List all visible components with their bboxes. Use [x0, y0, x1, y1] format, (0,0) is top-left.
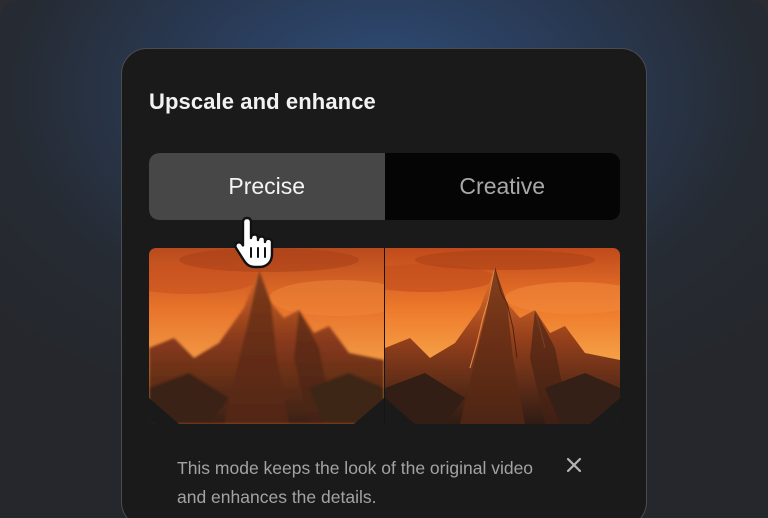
app-background: Upscale and enhance Precise Creative Thi… [0, 0, 768, 518]
close-icon[interactable] [565, 456, 583, 474]
preview-original [149, 248, 384, 424]
upscale-enhance-panel: Upscale and enhance Precise Creative Thi… [121, 48, 647, 518]
close-icon-glyph [566, 457, 582, 473]
mode-description: This mode keeps the look of the original… [177, 458, 534, 507]
mode-precise-button[interactable]: Precise [149, 153, 385, 220]
mode-creative-button[interactable]: Creative [385, 153, 621, 220]
pointing-hand-cursor-icon [231, 214, 279, 270]
mode-segmented-control: Precise Creative [149, 153, 620, 220]
before-after-preview [149, 248, 620, 424]
mountain-image-original [149, 248, 384, 424]
preview-enhanced [385, 248, 620, 424]
panel-title: Upscale and enhance [149, 89, 376, 114]
mountain-image-enhanced [385, 248, 620, 424]
